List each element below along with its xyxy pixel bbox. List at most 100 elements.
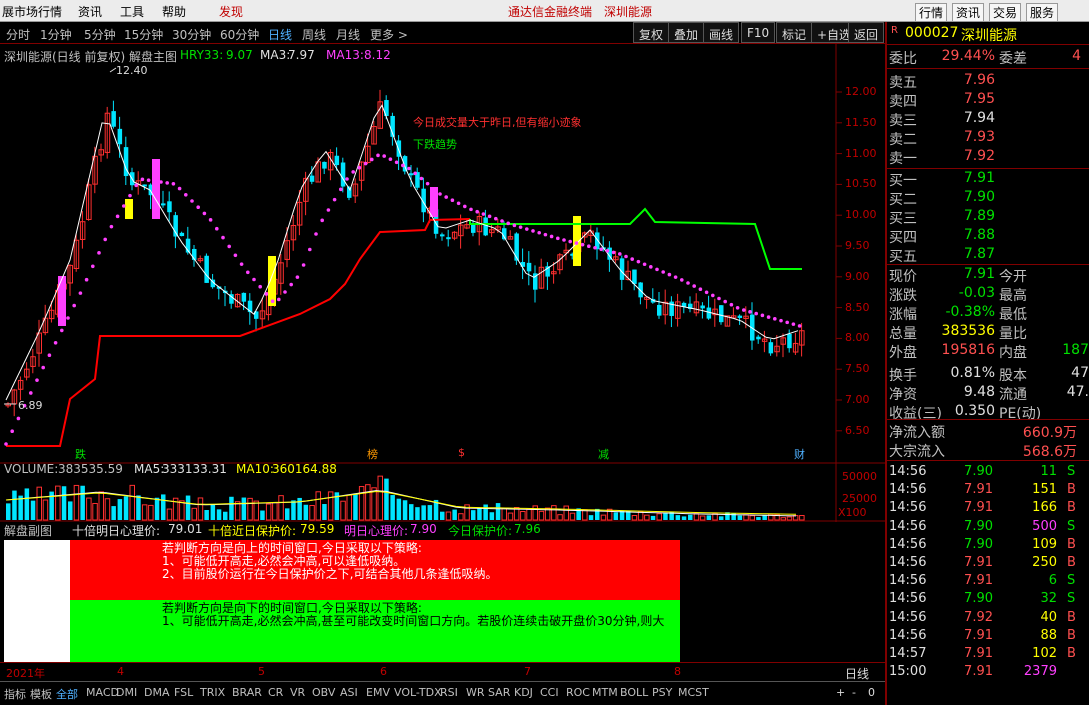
zoom-control[interactable]: - xyxy=(852,686,856,699)
stat-label: 换手 xyxy=(889,368,917,384)
indicator-tab[interactable]: OBV xyxy=(312,686,335,699)
volume-bar xyxy=(61,486,67,520)
indicator-tab[interactable]: BRAR xyxy=(232,686,262,699)
indicator-tab[interactable]: KDJ xyxy=(514,686,533,699)
indicator-tab[interactable]: DMI xyxy=(116,686,137,699)
menu-market[interactable]: 展市场行情 xyxy=(2,3,62,20)
overlay-button[interactable]: 叠加 xyxy=(668,22,705,43)
sell-level-label: 卖二 xyxy=(889,132,917,148)
period-daily[interactable]: 日线 xyxy=(268,26,292,43)
adjust-button[interactable]: 复权 xyxy=(633,22,670,43)
period-more[interactable]: 更多 > xyxy=(370,26,408,43)
indicator-tab[interactable]: SAR xyxy=(488,686,510,699)
tick-row: 14:56 7.91 6 S xyxy=(887,573,1089,592)
indicator-tab[interactable]: ASI xyxy=(340,686,358,699)
indicator-tab[interactable]: TRIX xyxy=(200,686,225,699)
ma13-dot xyxy=(729,302,734,307)
ma13-dot xyxy=(165,181,169,185)
trade-tab[interactable]: 交易 xyxy=(989,3,1022,22)
buy-level-label: 买二 xyxy=(889,192,917,208)
indicator-tab[interactable]: BOLL xyxy=(620,686,648,699)
menu-news[interactable]: 资讯 xyxy=(78,3,102,20)
stat-row: 现价 7.91 今开 xyxy=(887,266,1089,285)
indicator-tab[interactable]: ROC xyxy=(566,686,590,699)
news-tab[interactable]: 资讯 xyxy=(952,3,985,22)
quote-panel: R 000027 深圳能源 委比 29.44% 委差 4 卖五 7.96 卖四 7.9… xyxy=(885,22,1089,705)
indicator-tab[interactable]: FSL xyxy=(174,686,193,699)
flow-row: 净流入额 660.9万 xyxy=(887,422,1089,441)
indicator-tab[interactable]: RSI xyxy=(440,686,458,699)
stock-header: R 000027 深圳能源 xyxy=(887,25,1089,44)
marker-drop[interactable]: 跌 xyxy=(75,446,86,462)
back-button[interactable]: 返回 xyxy=(848,22,885,43)
tick-row: 14:56 7.91 250 B xyxy=(887,555,1089,574)
marker-dollar[interactable]: $ xyxy=(458,446,465,459)
ma13-dot xyxy=(146,178,151,183)
indicator-tab[interactable]: VOL-TDX xyxy=(394,686,442,699)
indicator-tab[interactable]: 全部 xyxy=(56,686,78,702)
indicator-tab[interactable]: 模板 xyxy=(30,686,52,702)
indicator-tab[interactable]: PSY xyxy=(652,686,672,699)
signal-bar xyxy=(125,199,133,219)
ma13-dot xyxy=(605,249,610,253)
tick-side: B xyxy=(1067,555,1076,570)
candlestick xyxy=(451,231,458,241)
indicator-tab[interactable]: MCST xyxy=(678,686,709,699)
indicator-tab[interactable]: DMA xyxy=(144,686,170,699)
marker-reduce[interactable]: 减 xyxy=(598,446,609,462)
quote-tab[interactable]: 行情 xyxy=(915,3,948,22)
candlestick xyxy=(625,260,631,281)
indicator-tab[interactable]: 指标 xyxy=(4,686,26,702)
ma13-dot xyxy=(760,313,765,318)
volume-bar xyxy=(390,495,395,520)
mark-button[interactable]: 标记 xyxy=(776,22,813,43)
indicator-tab[interactable]: VR xyxy=(290,686,305,699)
candlestick xyxy=(520,248,526,280)
service-tab[interactable]: 服务 xyxy=(1026,3,1059,22)
menu-tools[interactable]: 工具 xyxy=(120,3,144,20)
main-chart[interactable]: 深圳能源(日线 前复权) 解盘主图 HRY33: 9.07 MA3: 7.97 … xyxy=(0,44,885,464)
candlestick xyxy=(619,255,625,291)
indicator-tab[interactable]: WR xyxy=(466,686,485,699)
sell-level: 卖一 7.92 xyxy=(887,148,1089,167)
period-1min[interactable]: 1分钟 xyxy=(40,26,72,43)
tick-volume: 2379 xyxy=(1023,664,1057,680)
stat-label-2: 量比 xyxy=(999,326,1027,342)
sub-indicator-panel[interactable]: 解盘副图 十倍明日心理价: 79.01 十倍近日保护价: 79.59 明日心理价… xyxy=(0,520,885,662)
volume-bar xyxy=(36,486,42,521)
candlestick xyxy=(730,307,737,319)
indicator-tab[interactable]: MTM xyxy=(592,686,618,699)
stat-label-2: PE(动) xyxy=(999,406,1042,422)
zoom-control[interactable]: 0 xyxy=(868,686,875,699)
menu-help[interactable]: 帮助 xyxy=(162,3,186,20)
indicator-tab[interactable]: EMV xyxy=(366,686,390,699)
tick-volume: 88 xyxy=(1040,627,1057,643)
price-tick: 10.00 xyxy=(845,208,877,222)
period-30min[interactable]: 30分钟 xyxy=(172,26,211,43)
ma13-dot xyxy=(270,299,275,303)
period-timeshare[interactable]: 分时 xyxy=(6,26,30,43)
stat-label-2: 流通 xyxy=(999,387,1027,403)
draw-line-button[interactable]: 画线 xyxy=(703,22,740,43)
period-60min[interactable]: 60分钟 xyxy=(220,26,259,43)
f10-button[interactable]: F10 xyxy=(741,22,776,43)
ma13-dot xyxy=(115,214,120,219)
period-15min[interactable]: 15分钟 xyxy=(124,26,163,43)
period-weekly[interactable]: 周线 xyxy=(302,26,326,43)
tick-row: 14:56 7.91 166 B xyxy=(887,500,1089,519)
period-5min[interactable]: 5分钟 xyxy=(84,26,116,43)
marker-rank[interactable]: 榜 xyxy=(367,446,378,462)
marker-finance[interactable]: 财 xyxy=(794,446,805,462)
volume-bar xyxy=(440,511,445,520)
indicator-tab[interactable]: CCI xyxy=(540,686,559,699)
indicator-tab[interactable]: MACD xyxy=(86,686,119,699)
indicator-tab[interactable]: CR xyxy=(268,686,283,699)
sell-level: 卖五 7.96 xyxy=(887,72,1089,91)
volume-panel[interactable]: VOLUME: 383535.59 MA5: 333133.31 MA10: 3… xyxy=(0,462,885,522)
menu-discover[interactable]: 发现 xyxy=(219,3,243,20)
candlestick xyxy=(358,161,365,191)
ma13-dot xyxy=(698,287,703,291)
period-monthly[interactable]: 月线 xyxy=(336,26,360,43)
zoom-control[interactable]: + xyxy=(836,686,845,699)
max-price-label: 12.40 xyxy=(116,64,148,77)
